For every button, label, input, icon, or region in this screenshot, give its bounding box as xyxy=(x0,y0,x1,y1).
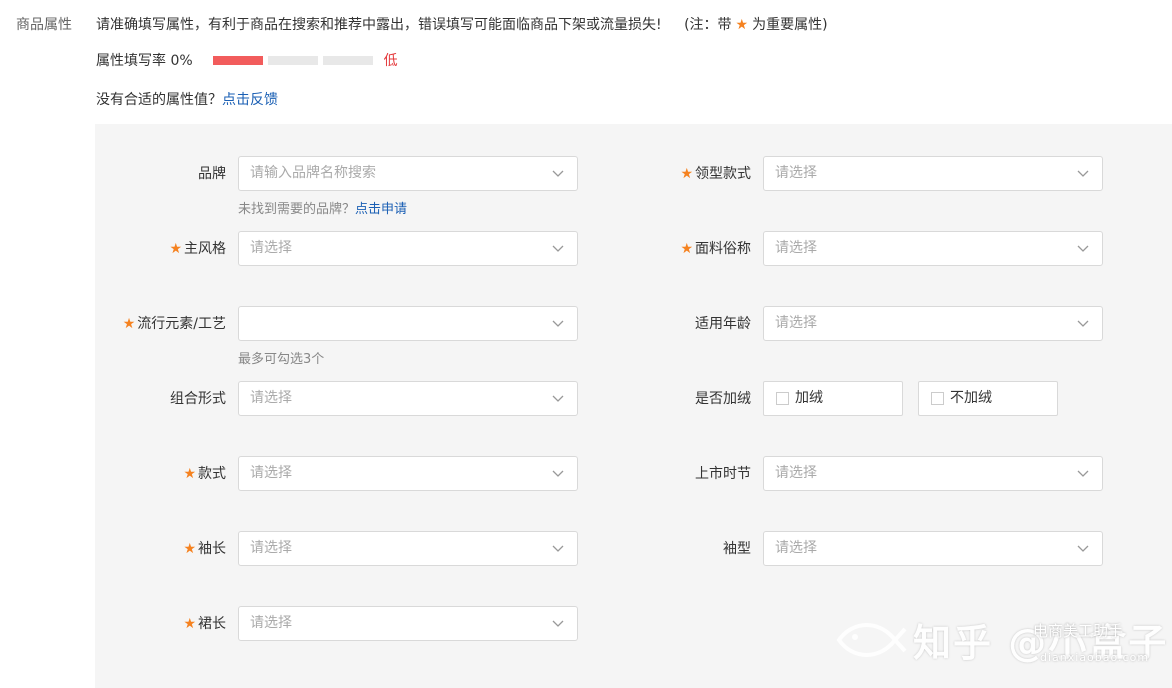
fabric-select[interactable]: 请选择 xyxy=(763,231,1103,266)
age-select[interactable]: 请选择 xyxy=(763,306,1103,341)
skirt-length-label: ★ 裙长 xyxy=(183,616,226,632)
style-label: ★ 款式 xyxy=(183,466,226,482)
age-label: 适用年龄 xyxy=(695,316,751,332)
fill-rate-meter xyxy=(212,55,378,65)
fill-rate-label: 属性填写率 0% xyxy=(96,53,193,69)
star-icon: ★ xyxy=(122,316,136,332)
fill-rate: 属性填写率 0% 低 xyxy=(96,51,398,69)
chevron-down-icon xyxy=(1076,541,1090,555)
chevron-down-icon xyxy=(551,391,565,405)
star-icon: ★ xyxy=(680,241,693,257)
fabric-placeholder: 请选择 xyxy=(775,240,817,256)
fill-rate-bar-1 xyxy=(212,55,263,65)
chevron-down-icon xyxy=(1076,466,1090,480)
combo-label: 组合形式 xyxy=(170,391,226,407)
attribute-tip: 请准确填写属性，有利于商品在搜索和推荐中露出，错误填写可能面临商品下架或流量损失… xyxy=(96,14,828,34)
chevron-down-icon xyxy=(551,166,565,180)
brand-hint: 未找到需要的品牌？点击申请 xyxy=(238,202,408,217)
season-placeholder: 请选择 xyxy=(775,465,817,481)
attribute-panel: 品牌 请输入品牌名称搜索 未找到需要的品牌？点击申请 ★ 领型款式 请选择 ★ 主风… xyxy=(95,124,1172,688)
fleece-no-checkbox[interactable]: 不加绒 xyxy=(918,381,1058,416)
collar-select[interactable]: 请选择 xyxy=(763,156,1103,191)
chevron-down-icon xyxy=(551,316,565,330)
star-icon: ★ xyxy=(680,166,693,182)
fleece-yes-checkbox[interactable]: 加绒 xyxy=(763,381,903,416)
trend-label: ★ 流行元素/工艺 xyxy=(122,316,226,332)
star-icon: ★ xyxy=(735,17,749,33)
sleeve-type-select[interactable]: 请选择 xyxy=(763,531,1103,566)
note-suffix: 为重要属性) xyxy=(752,17,828,33)
main-style-select[interactable]: 请选择 xyxy=(238,231,578,266)
fabric-label: ★ 面料俗称 xyxy=(680,241,751,257)
trend-hint: 最多可勾选3个 xyxy=(238,352,325,367)
chevron-down-icon xyxy=(1076,316,1090,330)
chevron-down-icon xyxy=(551,466,565,480)
age-placeholder: 请选择 xyxy=(775,315,817,331)
style-select[interactable]: 请选择 xyxy=(238,456,578,491)
season-select[interactable]: 请选择 xyxy=(763,456,1103,491)
sleeve-length-placeholder: 请选择 xyxy=(250,540,292,556)
fill-rate-level: 低 xyxy=(383,53,398,69)
fleece-yes-label: 加绒 xyxy=(795,390,823,406)
season-label: 上市时节 xyxy=(695,466,751,482)
sleeve-type-placeholder: 请选择 xyxy=(775,540,817,556)
trend-select[interactable] xyxy=(238,306,578,341)
brand-label: 品牌 xyxy=(198,166,226,182)
brand-apply-link[interactable]: 点击申请 xyxy=(355,202,407,217)
watermark-sub: 电商美工助手 xyxy=(1033,622,1124,640)
checkbox-icon xyxy=(776,392,789,405)
collar-label: ★ 领型款式 xyxy=(680,166,751,182)
style-placeholder: 请选择 xyxy=(250,465,292,481)
feedback-link[interactable]: 点击反馈 xyxy=(222,92,278,108)
star-icon: ★ xyxy=(183,541,196,557)
main-style-placeholder: 请选择 xyxy=(250,240,292,256)
note-prefix: (注：带 xyxy=(684,17,732,33)
chevron-down-icon xyxy=(551,616,565,630)
fill-rate-bar-2 xyxy=(267,55,318,65)
star-icon: ★ xyxy=(169,241,182,257)
chevron-down-icon xyxy=(551,541,565,555)
skirt-length-placeholder: 请选择 xyxy=(250,615,292,631)
collar-placeholder: 请选择 xyxy=(775,165,817,181)
brand-select[interactable]: 请输入品牌名称搜索 xyxy=(238,156,578,191)
star-icon: ★ xyxy=(183,616,196,632)
brand-placeholder: 请输入品牌名称搜索 xyxy=(250,165,376,181)
fill-rate-bar-3 xyxy=(322,55,373,65)
combo-placeholder: 请选择 xyxy=(250,390,292,406)
feedback-row: 没有合适的属性值？点击反馈 xyxy=(96,89,278,109)
star-icon: ★ xyxy=(183,466,196,482)
watermark-url: dianxiaobao.com xyxy=(1040,651,1150,664)
fish-logo-icon xyxy=(835,615,907,665)
sleeve-type-label: 袖型 xyxy=(723,541,751,557)
main-style-label: ★ 主风格 xyxy=(169,241,226,257)
chevron-down-icon xyxy=(551,241,565,255)
tip-text: 请准确填写属性，有利于商品在搜索和推荐中露出，错误填写可能面临商品下架或流量损失… xyxy=(96,17,662,33)
feedback-text: 没有合适的属性值？ xyxy=(96,92,222,108)
chevron-down-icon xyxy=(1076,166,1090,180)
sleeve-length-label: ★ 袖长 xyxy=(183,541,226,557)
fleece-label: 是否加绒 xyxy=(695,391,751,407)
checkbox-icon xyxy=(931,392,944,405)
chevron-down-icon xyxy=(1076,241,1090,255)
skirt-length-select[interactable]: 请选择 xyxy=(238,606,578,641)
section-label: 商品属性 xyxy=(16,17,72,33)
sleeve-length-select[interactable]: 请选择 xyxy=(238,531,578,566)
fleece-no-label: 不加绒 xyxy=(950,390,992,406)
combo-select[interactable]: 请选择 xyxy=(238,381,578,416)
